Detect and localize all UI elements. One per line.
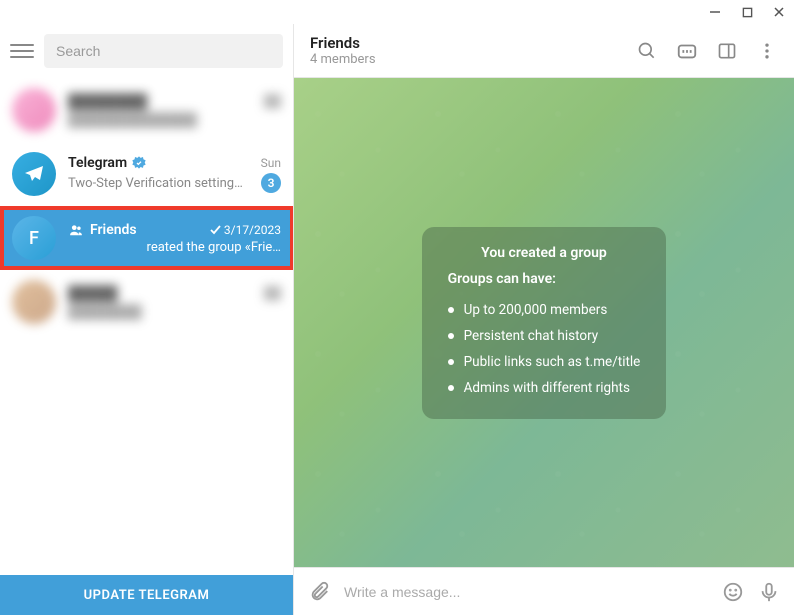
chat-name: Telegram <box>68 155 147 171</box>
chat-item-telegram[interactable]: Telegram Sun Two-Step Verification setti… <box>0 142 293 206</box>
info-card-subtitle: Groups can have: <box>448 271 641 287</box>
avatar <box>12 88 56 132</box>
main-panel: Friends 4 members You created a group Gr… <box>294 24 794 615</box>
sidebar: ██████████ ██████████████ Telegram Sun <box>0 24 294 615</box>
group-info-card: You created a group Groups can have: Up … <box>422 227 667 419</box>
info-card-bullet: Persistent chat history <box>448 323 641 349</box>
menu-button[interactable] <box>10 39 34 63</box>
maximize-button[interactable] <box>740 5 754 19</box>
info-card-bullet: Up to 200,000 members <box>448 297 641 323</box>
search-field[interactable] <box>56 43 271 59</box>
more-icon[interactable] <box>756 40 778 62</box>
group-icon <box>68 223 84 237</box>
window-titlebar <box>0 0 794 24</box>
avatar <box>12 280 56 324</box>
info-card-list: Up to 200,000 members Persistent chat hi… <box>448 297 641 401</box>
chat-header: Friends 4 members <box>294 24 794 78</box>
chat-item-friends[interactable]: F Friends 3/17/2023 reated the group «Fr… <box>0 206 293 270</box>
chat-item[interactable]: ███████ ████████ <box>0 270 293 334</box>
chat-date: Sun <box>261 156 281 170</box>
close-button[interactable] <box>772 5 786 19</box>
chat-date: 3/17/2023 <box>210 223 281 237</box>
chat-name: Friends <box>68 222 137 238</box>
chat-list: ██████████ ██████████████ Telegram Sun <box>0 78 293 575</box>
video-chat-icon[interactable] <box>676 40 698 62</box>
friends-avatar: F <box>12 216 56 260</box>
info-card-bullet: Public links such as t.me/title <box>448 349 641 375</box>
header-title: Friends <box>310 34 636 52</box>
chat-background: You created a group Groups can have: Up … <box>294 78 794 567</box>
check-icon <box>210 225 222 235</box>
info-card-title: You created a group <box>448 245 641 261</box>
chat-preview: reated the group «Frie… <box>68 240 281 255</box>
update-telegram-button[interactable]: UPDATE TELEGRAM <box>0 575 293 615</box>
voice-icon[interactable] <box>758 581 780 603</box>
sidebar-toggle-icon[interactable] <box>716 40 738 62</box>
info-card-bullet: Admins with different rights <box>448 375 641 401</box>
telegram-avatar <box>12 152 56 196</box>
emoji-icon[interactable] <box>722 581 744 603</box>
search-input[interactable] <box>44 34 283 68</box>
chat-preview: Two-Step Verification setting… <box>68 176 261 191</box>
header-info[interactable]: Friends 4 members <box>310 34 636 67</box>
search-icon[interactable] <box>636 40 658 62</box>
attach-icon[interactable] <box>308 581 330 603</box>
header-subtitle: 4 members <box>310 52 636 67</box>
chat-item[interactable]: ██████████ ██████████████ <box>0 78 293 142</box>
message-composer <box>294 567 794 615</box>
minimize-button[interactable] <box>708 5 722 19</box>
verified-icon <box>131 155 147 171</box>
message-input[interactable] <box>344 568 708 615</box>
unread-badge: 3 <box>261 173 281 193</box>
